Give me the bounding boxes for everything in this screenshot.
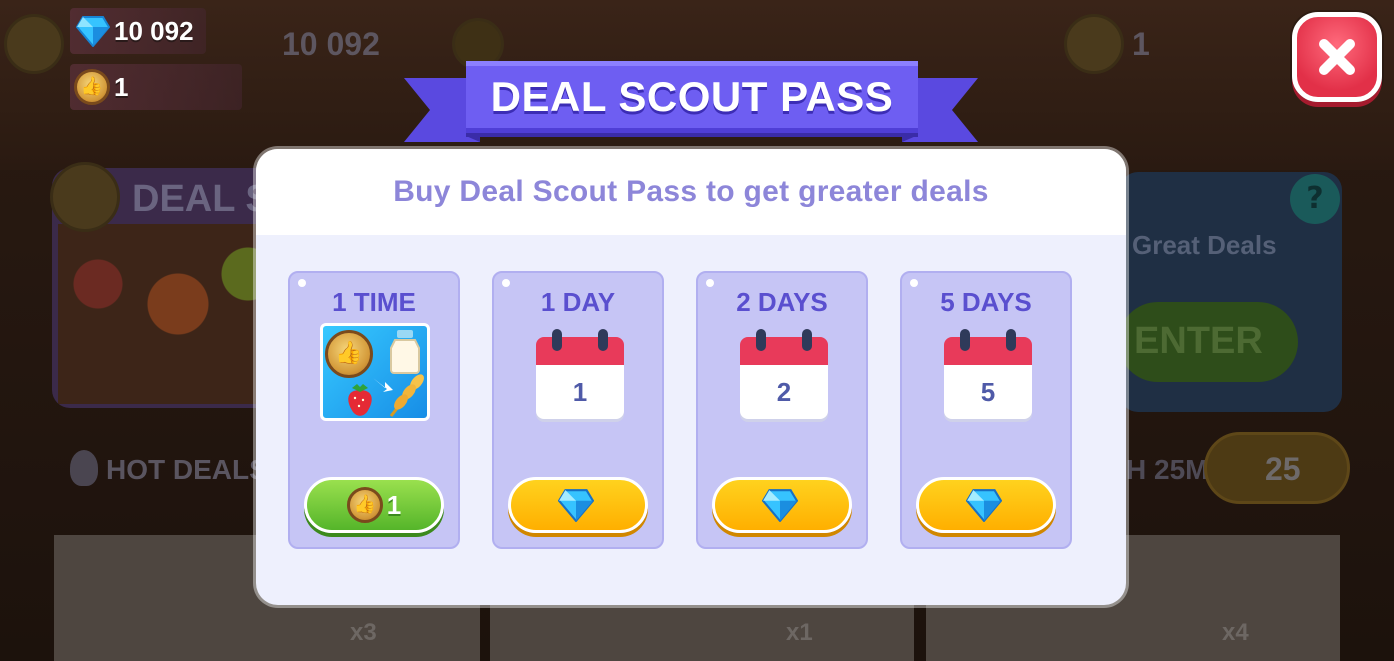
pass-option-label: 5 DAYS [940, 287, 1032, 317]
calendar-number: 5 [980, 377, 996, 407]
calendar-number: 1 [572, 377, 588, 407]
calendar-header [944, 337, 1032, 365]
background-gem-count: 10 092 [282, 26, 380, 62]
calendar-header [740, 337, 828, 365]
background-refresh-cost: 25 [1265, 451, 1301, 487]
deal-coin-counter: 👍 1 [70, 64, 242, 110]
dialog-subtitle: Buy Deal Scout Pass to get greater deals [393, 175, 989, 208]
background-help-icon: ? [1290, 174, 1340, 224]
wheat-icon [389, 374, 424, 417]
diamond-icon [558, 489, 594, 522]
diamond-icon [966, 489, 1002, 522]
calendar-icon: 5 [944, 329, 1032, 421]
pass-option-label: 1 TIME [332, 287, 416, 317]
thumbs-up-coin-icon: 👍 [346, 487, 383, 523]
deal-scout-pass-dialog: Buy Deal Scout Pass to get greater deals… [256, 149, 1126, 605]
card-shine [910, 279, 918, 287]
close-x-icon [1319, 39, 1355, 75]
background-coin-count: 1 [1132, 26, 1150, 62]
pass-option-2-days: 2 DAYS 2 [696, 271, 868, 549]
background-great-deals-text: Great Deals [1132, 230, 1277, 260]
calendar-ring [802, 329, 812, 351]
title-ribbon: DEAL SCOUT PASS [404, 58, 978, 148]
dialog-title: DEAL SCOUT PASS [490, 73, 894, 120]
pass-option-label: 2 DAYS [736, 287, 828, 317]
background-enter-label: ENTER [1134, 320, 1263, 362]
background-qty-3: x4 [1222, 619, 1249, 646]
calendar-ring [756, 329, 766, 351]
buy-1-time-price: 1 [386, 489, 402, 520]
thumbs-up-coin-icon: 👍 [74, 69, 110, 105]
diamond-icon [762, 489, 798, 522]
background-help-glyph: ? [1306, 181, 1324, 216]
background-panel-coin-icon [50, 162, 120, 232]
calendar-icon: 2 [740, 329, 828, 421]
close-button[interactable] [1292, 12, 1382, 102]
calendar-ring [598, 329, 608, 351]
pass-option-5-days: 5 DAYS 5 [900, 271, 1072, 549]
buy-2-days-button[interactable] [712, 477, 852, 533]
strawberry-icon [348, 384, 372, 416]
calendar-header [536, 337, 624, 365]
background-qty-1: x3 [350, 619, 377, 646]
calendar-ring [960, 329, 970, 351]
dialog-header: Buy Deal Scout Pass to get greater deals [256, 149, 1126, 235]
gem-count: 10 092 [114, 15, 194, 46]
calendar-icon: 1 [536, 329, 624, 421]
background-qty-2: x1 [786, 619, 813, 646]
deal-coin-count: 1 [114, 71, 129, 102]
calendar-ring [552, 329, 562, 351]
card-shine [298, 279, 306, 287]
calendar-number: 2 [776, 377, 792, 407]
buy-5-days-button[interactable] [916, 477, 1056, 533]
thumbs-up-coin-icon: 👍 [325, 330, 373, 378]
background-timer: H 25M [1126, 454, 1209, 485]
calendar-ring [1006, 329, 1016, 351]
gem-counter: 10 092 [70, 8, 206, 54]
pass-option-1-time: 1 TIME 👍 👍 1 [288, 271, 460, 549]
pass-option-1-day: 1 DAY 1 [492, 271, 664, 549]
milk-bottle-icon [390, 330, 420, 374]
background-flame-icon [70, 450, 98, 486]
pass-option-label: 1 DAY [540, 287, 616, 317]
background-refresh-button: 25 [1204, 432, 1350, 504]
diamond-icon [76, 16, 110, 47]
card-shine [502, 279, 510, 287]
buy-1-day-button[interactable] [508, 477, 648, 533]
background-hot-deals-label: HOT DEALS [106, 454, 268, 485]
background-enter-button: ENTER [1118, 302, 1298, 382]
deal-bundle-icon: 👍 [320, 323, 430, 421]
background-coin-icon [4, 14, 64, 74]
buy-1-time-button[interactable]: 👍 1 [304, 477, 444, 533]
card-shine [706, 279, 714, 287]
background-deal-coin-icon [1064, 14, 1124, 74]
